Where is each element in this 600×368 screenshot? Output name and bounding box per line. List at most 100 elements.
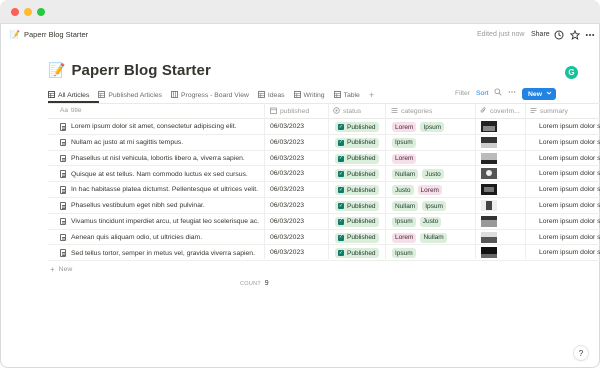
table-row[interactable]: Quisque at est tellus. Nam commodo luctu… <box>48 166 600 183</box>
cover-image-thumbnail[interactable] <box>481 184 497 196</box>
cover-image-thumbnail[interactable] <box>481 152 497 164</box>
published-date[interactable]: 06/03/2023 <box>270 218 304 225</box>
table-row[interactable]: In hac habitasse platea dictumst. Pellen… <box>48 182 600 198</box>
status-badge[interactable]: ✓ Published <box>335 122 379 132</box>
published-date[interactable]: 06/03/2023 <box>270 155 304 162</box>
title-cell[interactable]: Nullam ac justo at mi sagittis tempus. <box>60 138 183 147</box>
categories-cell[interactable]: Nullam Ipsum <box>392 201 446 211</box>
breadcrumb[interactable]: 📝 Paperr Blog Starter <box>10 30 88 39</box>
title-cell[interactable]: Lorem ipsum dolor sit amet, consectetur … <box>60 123 236 131</box>
categories-cell[interactable]: Ipsum Justo <box>392 216 442 227</box>
maximize-window-button[interactable] <box>37 8 45 16</box>
published-date[interactable]: 06/03/2023 <box>270 139 304 146</box>
table-row[interactable]: Vivamus tincidunt imperdiet arcu, ut feu… <box>48 214 600 230</box>
star-icon[interactable] <box>569 29 581 41</box>
cover-image-thumbnail[interactable] <box>481 215 497 227</box>
title-cell[interactable]: Sed tellus tortor, semper in metus vel, … <box>60 249 255 257</box>
published-date[interactable]: 06/03/2023 <box>270 234 304 241</box>
page-title-text[interactable]: Paperr Blog Starter <box>71 62 210 79</box>
help-button[interactable]: ? <box>574 346 588 360</box>
published-date[interactable]: 06/03/2023 <box>270 249 304 256</box>
title-cell[interactable]: Phasellus vestibulum eget nibh sed pulvi… <box>60 202 205 210</box>
more-options-icon[interactable] <box>508 88 516 98</box>
close-window-button[interactable] <box>11 8 19 16</box>
table-row[interactable]: Nullam ac justo at mi sagittis tempus. 06… <box>48 135 600 151</box>
summary-cell[interactable]: Lorem ipsum dolor sit am <box>539 249 600 256</box>
categories-cell[interactable]: Lorem Nullam <box>392 232 447 243</box>
add-view-icon[interactable]: + <box>369 90 374 100</box>
status-badge[interactable]: ✓ Published <box>335 185 379 196</box>
cover-image-thumbnail[interactable] <box>481 200 497 211</box>
status-badge[interactable]: ✓ Published <box>335 137 379 148</box>
published-date[interactable]: 06/03/2023 <box>270 186 304 193</box>
category-tag: Ipsum <box>392 216 416 227</box>
search-icon[interactable] <box>494 88 502 98</box>
grammarly-icon[interactable]: G <box>565 66 578 79</box>
add-row-button[interactable]: + New <box>50 265 72 274</box>
cover-image-thumbnail[interactable] <box>481 136 497 148</box>
status-badge[interactable]: ✓ Published <box>335 216 379 227</box>
column-header-categories[interactable]: categories <box>391 107 432 116</box>
status-badge[interactable]: ✓ Published <box>335 232 379 243</box>
summary-cell[interactable]: Lorem ipsum dolor sit am <box>539 234 600 241</box>
row-count: COUNT 9 <box>240 280 269 287</box>
share-button[interactable]: Share <box>531 31 550 38</box>
categories-cell[interactable]: Ipsum <box>392 137 416 148</box>
cover-image-thumbnail[interactable] <box>481 121 497 132</box>
published-date[interactable]: 06/03/2023 <box>270 123 304 130</box>
table-row[interactable]: Lorem ipsum dolor sit amet, consectetur … <box>48 119 600 135</box>
filter-button[interactable]: Filter <box>455 90 470 97</box>
summary-cell[interactable]: Lorem ipsum dolor sit am <box>539 139 600 146</box>
more-icon[interactable] <box>584 29 596 41</box>
cover-image-thumbnail[interactable] <box>481 168 497 180</box>
clock-icon[interactable] <box>553 29 565 41</box>
tab-writing[interactable]: Writing <box>293 90 325 100</box>
page-emoji-icon[interactable]: 📝 <box>48 62 65 79</box>
cover-image-thumbnail[interactable] <box>481 231 497 243</box>
tab-progress-board-view[interactable]: Progress - Board View <box>171 90 249 100</box>
status-badge[interactable]: ✓ Published <box>335 248 379 259</box>
title-cell[interactable]: In hac habitasse platea dictumst. Pellen… <box>60 186 258 194</box>
column-header-published[interactable]: published <box>270 107 309 116</box>
column-header-cover-image[interactable]: coverIm... <box>480 107 520 116</box>
published-date[interactable]: 06/03/2023 <box>270 202 304 209</box>
column-header-summary[interactable]: summary <box>530 107 568 116</box>
document-icon <box>60 217 66 226</box>
summary-cell[interactable]: Lorem ipsum dolor sit am <box>539 155 600 162</box>
sort-button[interactable]: Sort <box>476 90 488 97</box>
summary-cell[interactable]: Lorem ipsum dolor sit am <box>539 170 600 177</box>
title-cell[interactable]: Phasellus ut nisl vehicula, lobortis lib… <box>60 154 245 163</box>
tab-all-articles[interactable]: All Articles <box>48 90 89 100</box>
title-cell[interactable]: Aenean quis aliquam odio, ut ultricies d… <box>60 233 202 242</box>
status-badge[interactable]: ✓ Published <box>335 201 379 211</box>
summary-cell[interactable]: Lorem ipsum dolor sit am <box>539 186 600 193</box>
title-cell[interactable]: Quisque at est tellus. Nam commodo luctu… <box>60 170 248 178</box>
column-header-status[interactable]: status <box>333 107 361 116</box>
summary-cell[interactable]: Lorem ipsum dolor sit am <box>539 202 600 209</box>
tab-published-articles[interactable]: Published Articles <box>98 90 162 100</box>
table-row[interactable]: Phasellus vestibulum eget nibh sed pulvi… <box>48 198 600 214</box>
published-date[interactable]: 06/03/2023 <box>270 170 304 177</box>
categories-cell[interactable]: Justo Lorem <box>392 185 442 196</box>
minimize-window-button[interactable] <box>24 8 32 16</box>
new-button[interactable]: New <box>522 88 556 100</box>
categories-cell[interactable]: Lorem Ipsum <box>392 122 445 132</box>
column-header-title[interactable]: Aa title <box>60 107 82 114</box>
tab-ideas[interactable]: Ideas <box>257 90 285 100</box>
summary-cell[interactable]: Lorem ipsum dolor sit am <box>539 218 600 225</box>
page-topbar: 📝 Paperr Blog Starter Edited just now Sh… <box>0 24 600 46</box>
row-title: Vivamus tincidunt imperdiet arcu, ut feu… <box>71 218 260 226</box>
table-row[interactable]: Sed tellus tortor, semper in metus vel, … <box>48 245 600 262</box>
chevron-down-icon[interactable] <box>546 90 552 98</box>
status-badge[interactable]: ✓ Published <box>335 169 379 180</box>
categories-cell[interactable]: Lorem <box>392 153 417 164</box>
table-row[interactable]: Aenean quis aliquam odio, ut ultricies d… <box>48 230 600 246</box>
categories-cell[interactable]: Nullam Justo <box>392 169 444 180</box>
status-badge[interactable]: ✓ Published <box>335 153 379 164</box>
cover-image-thumbnail[interactable] <box>481 247 497 259</box>
tab-table[interactable]: Table <box>333 90 360 100</box>
title-cell[interactable]: Vivamus tincidunt imperdiet arcu, ut feu… <box>60 217 260 226</box>
categories-cell[interactable]: Ipsum <box>392 248 416 259</box>
table-row[interactable]: Phasellus ut nisl vehicula, lobortis lib… <box>48 151 600 167</box>
summary-cell[interactable]: Lorem ipsum dolor sit am <box>539 123 600 130</box>
